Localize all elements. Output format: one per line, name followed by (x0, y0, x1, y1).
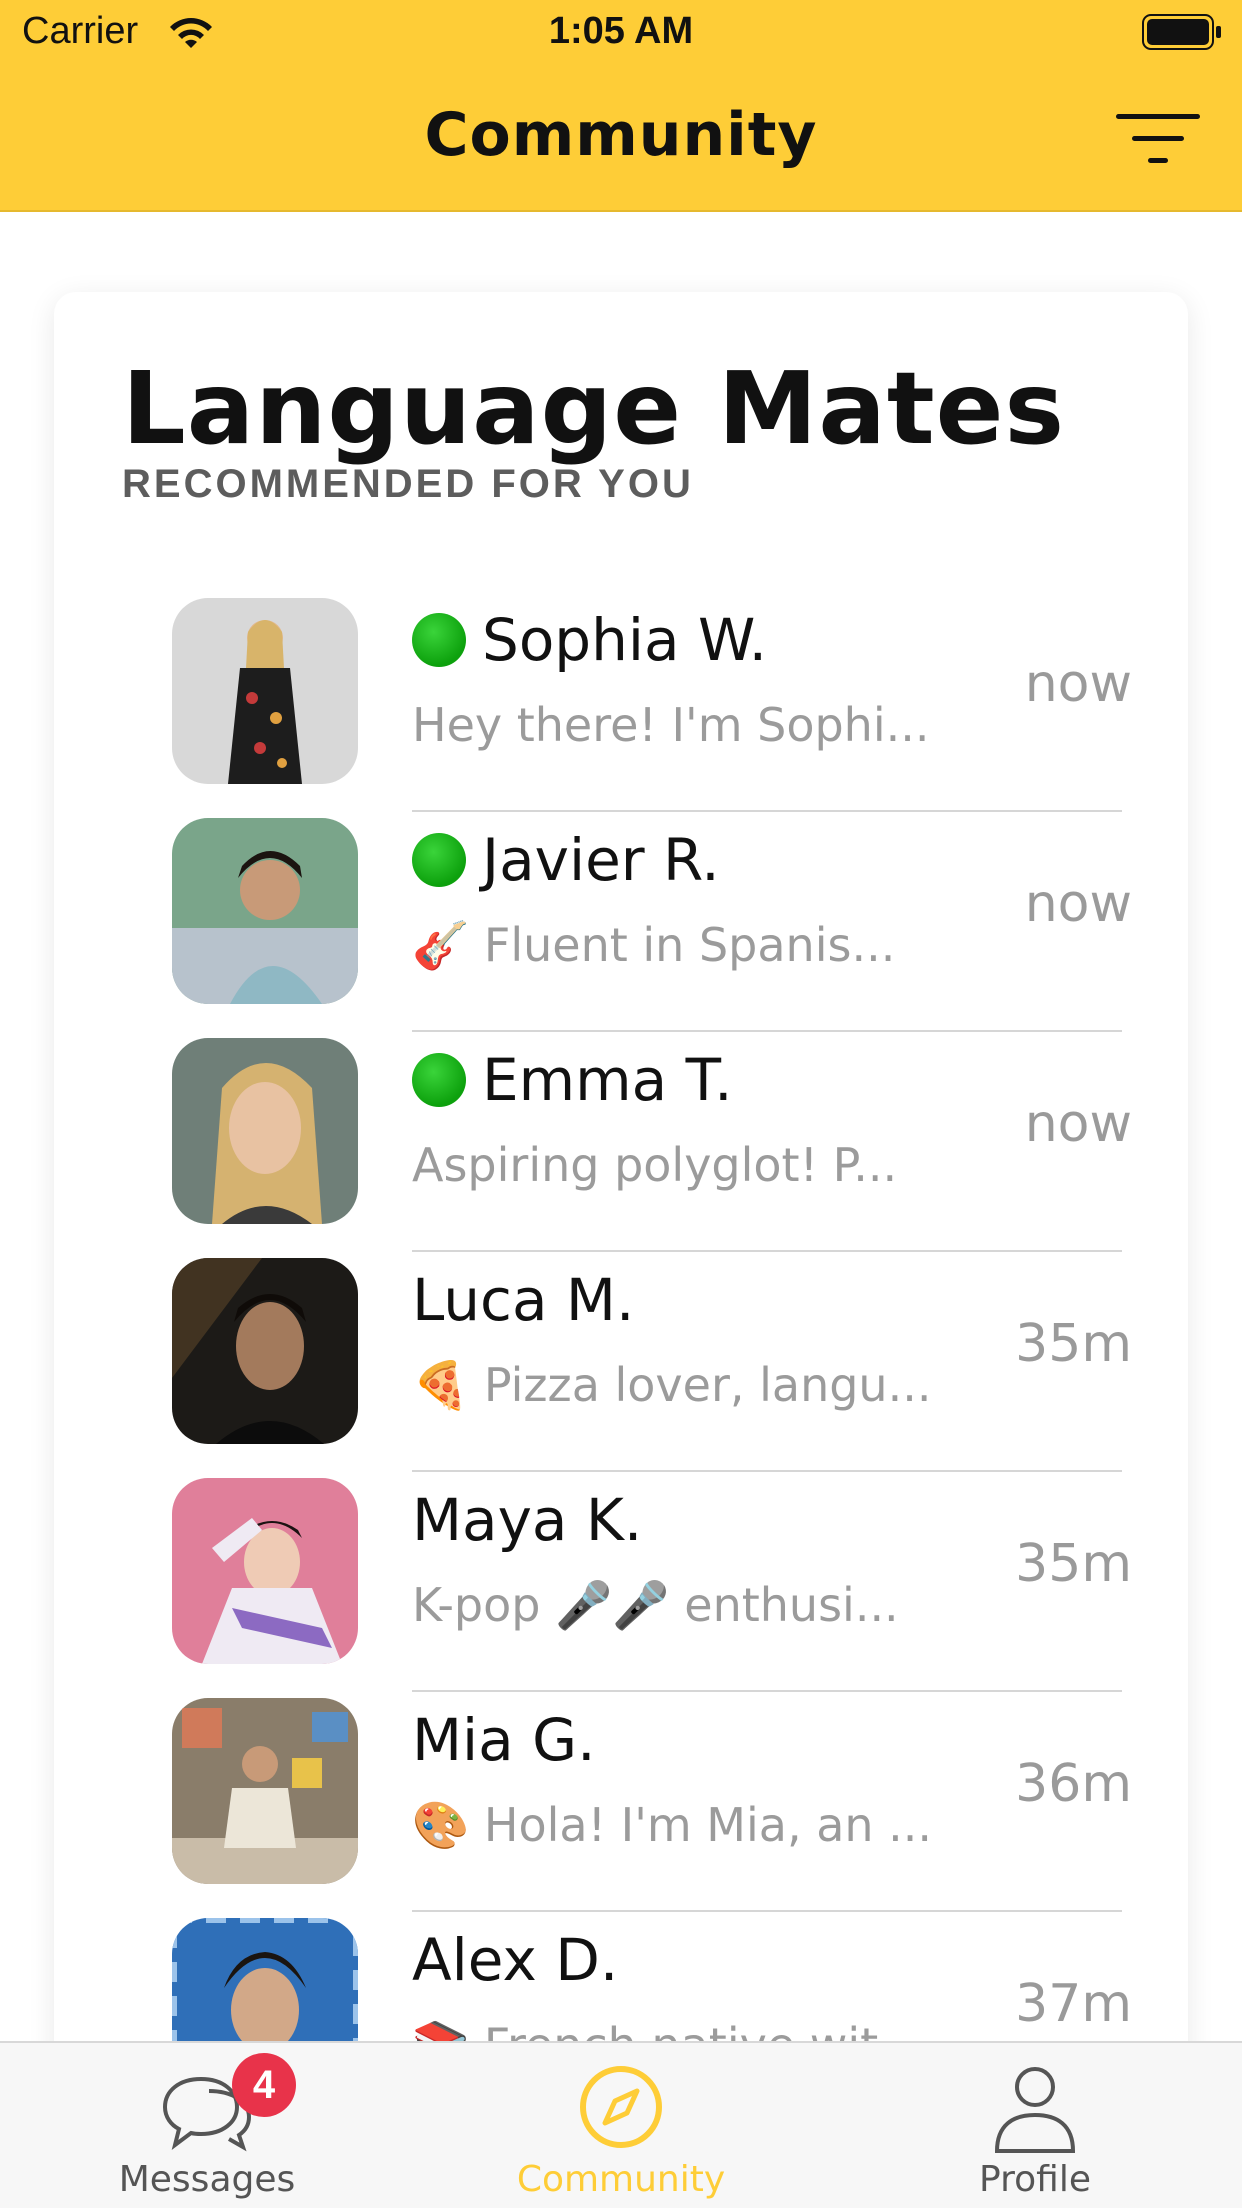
user-row[interactable]: Mia G. 🎨 Hola! I'm Mia, an ... 36m (54, 1692, 1188, 1912)
user-name: Emma T. (482, 1046, 733, 1114)
user-name: Alex D. (412, 1926, 619, 1994)
section-subtitle: RECOMMENDED FOR YOU (122, 462, 694, 506)
user-row[interactable]: Emma T. Aspiring polyglot! P... now (54, 1032, 1188, 1252)
user-bio-preview: Aspiring polyglot! P... (412, 1138, 898, 1192)
user-bio-preview: Hey there! I'm Sophi... (412, 698, 930, 752)
user-bio-preview: 🎨 Hola! I'm Mia, an ... (412, 1798, 932, 1852)
user-name: Luca M. (412, 1266, 635, 1334)
status-time: 1:05 AM (548, 10, 694, 52)
user-bio-preview: 🎸 Fluent in Spanis... (412, 918, 896, 972)
user-row[interactable]: Luca M. 🍕 Pizza lover, langu... 35m (54, 1252, 1188, 1472)
filter-icon[interactable] (1114, 108, 1206, 172)
name-line: Alex D. (412, 1920, 618, 2000)
name-line: Sophia W. (412, 600, 767, 680)
avatar (172, 1258, 358, 1444)
language-mates-card: Language Mates RECOMMENDED FOR YOU Sophi… (54, 292, 1188, 2192)
user-name: Mia G. (412, 1706, 596, 1774)
user-row[interactable]: Maya K. K-pop 🎤🎤 enthusi... 35m (54, 1472, 1188, 1692)
last-active-time: now (1024, 654, 1132, 714)
online-indicator (412, 833, 466, 887)
name-line: Mia G. (412, 1700, 596, 1780)
section-title: Language Mates (122, 350, 1066, 467)
user-list: Sophia W. Hey there! I'm Sophi... now Ja… (54, 592, 1188, 2132)
user-name: Javier R. (482, 826, 720, 894)
page-title: Community (424, 100, 818, 170)
avatar (172, 1038, 358, 1224)
user-name: Maya K. (412, 1486, 643, 1554)
tab-label: Messages (118, 2159, 296, 2200)
user-row[interactable]: Sophia W. Hey there! I'm Sophi... now (54, 592, 1188, 812)
status-bar: Carrier 1:05 AM (0, 0, 1242, 66)
user-name: Sophia W. (482, 606, 768, 674)
avatar (172, 1478, 358, 1664)
tab-community[interactable]: Community (414, 2043, 828, 2208)
tab-messages[interactable]: 4 Messages (0, 2043, 414, 2208)
online-indicator (412, 1053, 466, 1107)
name-line: Luca M. (412, 1260, 634, 1340)
last-active-time: now (1024, 1094, 1132, 1154)
user-bio-preview: 🍕 Pizza lover, langu... (412, 1358, 932, 1412)
tab-bar: 4 Messages Community Profile (0, 2041, 1242, 2208)
last-active-time: 35m (1015, 1534, 1132, 1594)
user-row[interactable]: Javier R. 🎸 Fluent in Spanis... now (54, 812, 1188, 1032)
top-bar: Carrier 1:05 AM Community (0, 0, 1242, 212)
battery-icon (1142, 14, 1221, 50)
name-line: Maya K. (412, 1480, 642, 1560)
online-indicator (412, 613, 466, 667)
name-line: Javier R. (412, 820, 720, 900)
user-bio-preview: K-pop 🎤🎤 enthusi... (412, 1578, 899, 1632)
last-active-time: 37m (1015, 1974, 1132, 2034)
unread-badge: 4 (232, 2053, 296, 2117)
last-active-time: 35m (1015, 1314, 1132, 1374)
avatar (172, 598, 358, 784)
last-active-time: now (1024, 874, 1132, 934)
person-icon (994, 2067, 1076, 2153)
avatar (172, 1698, 358, 1884)
compass-icon (580, 2066, 662, 2148)
avatar (172, 818, 358, 1004)
tab-label: Community (516, 2159, 726, 2200)
tab-profile[interactable]: Profile (828, 2043, 1242, 2208)
last-active-time: 36m (1015, 1754, 1132, 1814)
screen: Carrier 1:05 AM Community Language Mates… (0, 0, 1242, 2208)
tab-label: Profile (979, 2159, 1091, 2200)
name-line: Emma T. (412, 1040, 733, 1120)
